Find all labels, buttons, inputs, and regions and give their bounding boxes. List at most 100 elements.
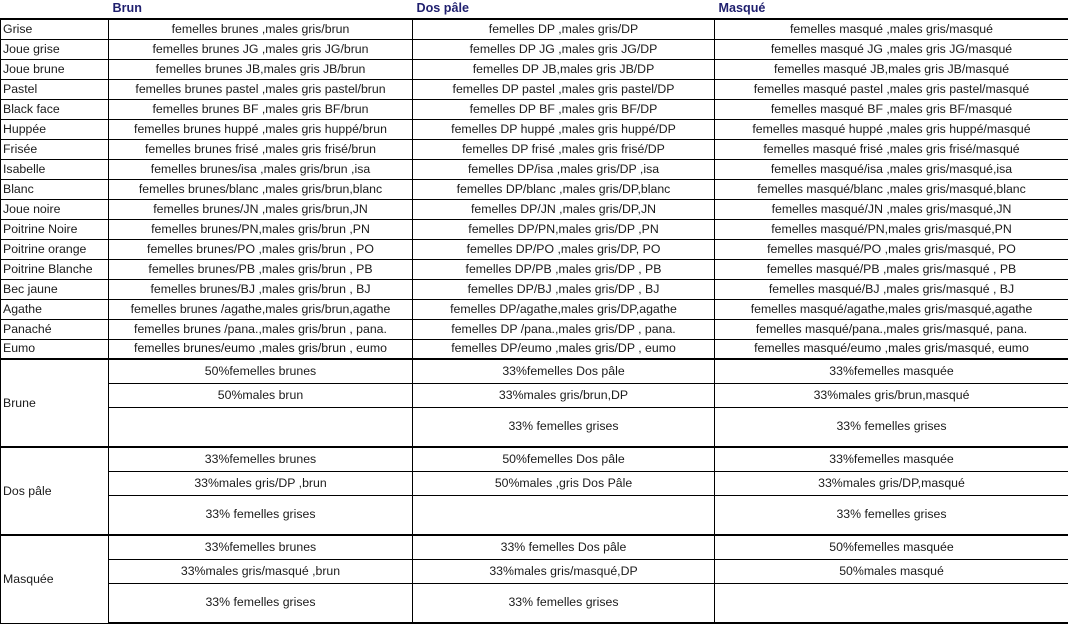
summary-row: Brune50%femelles brunes33%femelles Dos p… [1, 359, 1068, 383]
row-label-1: Joue grise [1, 39, 109, 59]
summary-cell-brun-2-1: 33%males gris/masqué ,brun [109, 559, 413, 583]
summary-group-label-1: Dos pâle [1, 447, 109, 535]
table-row: Joue brunefemelles brunes JB,males gris … [1, 59, 1068, 79]
cell-dp-8: femelles DP/blanc ,males gris/DP,blanc [413, 179, 715, 199]
cell-dp-13: femelles DP/BJ ,males gris/DP , BJ [413, 279, 715, 299]
summary-cell-masq-2-0: 50%femelles masquée [715, 535, 1068, 559]
row-label-5: Huppée [1, 119, 109, 139]
cell-masq-11: femelles masqué/PO ,males gris/masqué, P… [715, 239, 1068, 259]
cell-brun-5: femelles brunes huppé ,males gris huppé/… [109, 119, 413, 139]
row-label-4: Black face [1, 99, 109, 119]
cell-dp-7: femelles DP/isa ,males gris/DP ,isa [413, 159, 715, 179]
row-label-3: Pastel [1, 79, 109, 99]
cell-masq-10: femelles masqué/PN,males gris/masqué,PN [715, 219, 1068, 239]
cell-masq-1: femelles masqué JG ,males gris JG/masqué [715, 39, 1068, 59]
cell-dp-15: femelles DP /pana.,males gris/DP , pana. [413, 319, 715, 339]
summary-row: Masquée33%femelles brunes33% femelles Do… [1, 535, 1068, 559]
summary-row: Dos pâle33%femelles brunes50%femelles Do… [1, 447, 1068, 471]
cell-dp-9: femelles DP/JN ,males gris/DP,JN [413, 199, 715, 219]
cell-dp-3: femelles DP pastel ,males gris pastel/DP [413, 79, 715, 99]
cell-dp-11: femelles DP/PO ,males gris/DP, PO [413, 239, 715, 259]
row-label-16: Eumo [1, 339, 109, 359]
summary-cell-brun-1-1: 33%males gris/DP ,brun [109, 471, 413, 495]
cell-brun-10: femelles brunes/PN,males gris/brun ,PN [109, 219, 413, 239]
summary-cell-brun-0-0: 50%femelles brunes [109, 359, 413, 383]
row-label-9: Joue noire [1, 199, 109, 219]
summary-cell-brun-0-2 [109, 407, 413, 447]
cell-masq-9: femelles masqué/JN ,males gris/masqué,JN [715, 199, 1068, 219]
cell-dp-1: femelles DP JG ,males gris JG/DP [413, 39, 715, 59]
table-row: Poitrine Blanchefemelles brunes/PB ,male… [1, 259, 1068, 279]
summary-cell-brun-1-2: 33% femelles grises [109, 495, 413, 535]
cell-masq-3: femelles masqué pastel ,males gris paste… [715, 79, 1068, 99]
summary-row: 33%males gris/DP ,brun50%males ,gris Dos… [1, 471, 1068, 495]
cell-masq-5: femelles masqué huppé ,males gris huppé/… [715, 119, 1068, 139]
cell-brun-11: femelles brunes/PO ,males gris/brun , PO [109, 239, 413, 259]
summary-cell-masq-0-1: 33%males gris/brun,masqué [715, 383, 1068, 407]
summary-cell-brun-2-0: 33%femelles brunes [109, 535, 413, 559]
cell-dp-0: femelles DP ,males gris/DP [413, 19, 715, 39]
cell-dp-6: femelles DP frisé ,males gris frisé/DP [413, 139, 715, 159]
cell-masq-7: femelles masqué/isa ,males gris/masqué,i… [715, 159, 1068, 179]
row-label-10: Poitrine Noire [1, 219, 109, 239]
cell-dp-14: femelles DP/agathe,males gris/DP,agathe [413, 299, 715, 319]
cell-brun-9: femelles brunes/JN ,males gris/brun,JN [109, 199, 413, 219]
cell-masq-13: femelles masqué/BJ ,males gris/masqué , … [715, 279, 1068, 299]
cell-brun-16: femelles brunes/eumo ,males gris/brun , … [109, 339, 413, 359]
summary-row: 50%males brun33%males gris/brun,DP33%mal… [1, 383, 1068, 407]
table-row: Poitrine orangefemelles brunes/PO ,males… [1, 239, 1068, 259]
summary-cell-masq-0-2: 33% femelles grises [715, 407, 1068, 447]
summary-cell-dp-0-0: 33%femelles Dos pâle [413, 359, 715, 383]
cell-masq-12: femelles masqué/PB ,males gris/masqué , … [715, 259, 1068, 279]
row-label-8: Blanc [1, 179, 109, 199]
summary-cell-masq-1-0: 33%femelles masquée [715, 447, 1068, 471]
table-row: Huppéefemelles brunes huppé ,males gris … [1, 119, 1068, 139]
summary-cell-brun-0-1: 50%males brun [109, 383, 413, 407]
summary-cell-dp-0-2: 33% femelles grises [413, 407, 715, 447]
summary-group-label-0: Brune [1, 359, 109, 447]
cell-brun-8: femelles brunes/blanc ,males gris/brun,b… [109, 179, 413, 199]
row-label-13: Bec jaune [1, 279, 109, 299]
summary-row: 33% femelles grises33% femelles grises [1, 583, 1068, 623]
cell-masq-2: femelles masqué JB,males gris JB/masqué [715, 59, 1068, 79]
cell-brun-3: femelles brunes pastel ,males gris paste… [109, 79, 413, 99]
summary-cell-masq-1-1: 33%males gris/DP,masqué [715, 471, 1068, 495]
cell-masq-14: femelles masqué/agathe,males gris/masqué… [715, 299, 1068, 319]
summary-cell-dp-0-1: 33%males gris/brun,DP [413, 383, 715, 407]
cell-dp-16: femelles DP/eumo ,males gris/DP , eumo [413, 339, 715, 359]
table-row: Panachéfemelles brunes /pana.,males gris… [1, 319, 1068, 339]
column-header-masque: Masqué [715, 0, 1068, 19]
cell-brun-14: femelles brunes /agathe,males gris/brun,… [109, 299, 413, 319]
table-row: Joue grisefemelles brunes JG ,males gris… [1, 39, 1068, 59]
cell-masq-16: femelles masqué/eumo ,males gris/masqué,… [715, 339, 1068, 359]
table-row: Black facefemelles brunes BF ,males gris… [1, 99, 1068, 119]
table-row: Isabellefemelles brunes/isa ,males gris/… [1, 159, 1068, 179]
cell-brun-0: femelles brunes ,males gris/brun [109, 19, 413, 39]
summary-cell-masq-1-2: 33% femelles grises [715, 495, 1068, 535]
cell-brun-6: femelles brunes frisé ,males gris frisé/… [109, 139, 413, 159]
summary-cell-dp-1-2 [413, 495, 715, 535]
cell-dp-2: femelles DP JB,males gris JB/DP [413, 59, 715, 79]
table-row: Pastelfemelles brunes pastel ,males gris… [1, 79, 1068, 99]
summary-group-label-2: Masquée [1, 535, 109, 623]
cell-brun-2: femelles brunes JB,males gris JB/brun [109, 59, 413, 79]
row-label-14: Agathe [1, 299, 109, 319]
cell-masq-4: femelles masqué BF ,males gris BF/masqué [715, 99, 1068, 119]
summary-cell-dp-1-1: 50%males ,gris Dos Pâle [413, 471, 715, 495]
row-label-0: Grise [1, 19, 109, 39]
summary-cell-masq-2-1: 50%males masqué [715, 559, 1068, 583]
genetics-crossing-table: Brun Dos pâle Masqué Grisefemelles brune… [0, 0, 1068, 624]
table-row: Joue noirefemelles brunes/JN ,males gris… [1, 199, 1068, 219]
summary-cell-dp-2-2: 33% femelles grises [413, 583, 715, 623]
cell-brun-13: femelles brunes/BJ ,males gris/brun , BJ [109, 279, 413, 299]
summary-row: 33% femelles grises 33% femelles grises [1, 495, 1068, 535]
table-corner-cell [1, 0, 109, 19]
row-label-11: Poitrine orange [1, 239, 109, 259]
cell-masq-6: femelles masqué frisé ,males gris frisé/… [715, 139, 1068, 159]
table-row: Bec jaunefemelles brunes/BJ ,males gris/… [1, 279, 1068, 299]
row-label-6: Frisée [1, 139, 109, 159]
row-label-12: Poitrine Blanche [1, 259, 109, 279]
row-label-7: Isabelle [1, 159, 109, 179]
cell-masq-8: femelles masqué/blanc ,males gris/masqué… [715, 179, 1068, 199]
cell-brun-7: femelles brunes/isa ,males gris/brun ,is… [109, 159, 413, 179]
